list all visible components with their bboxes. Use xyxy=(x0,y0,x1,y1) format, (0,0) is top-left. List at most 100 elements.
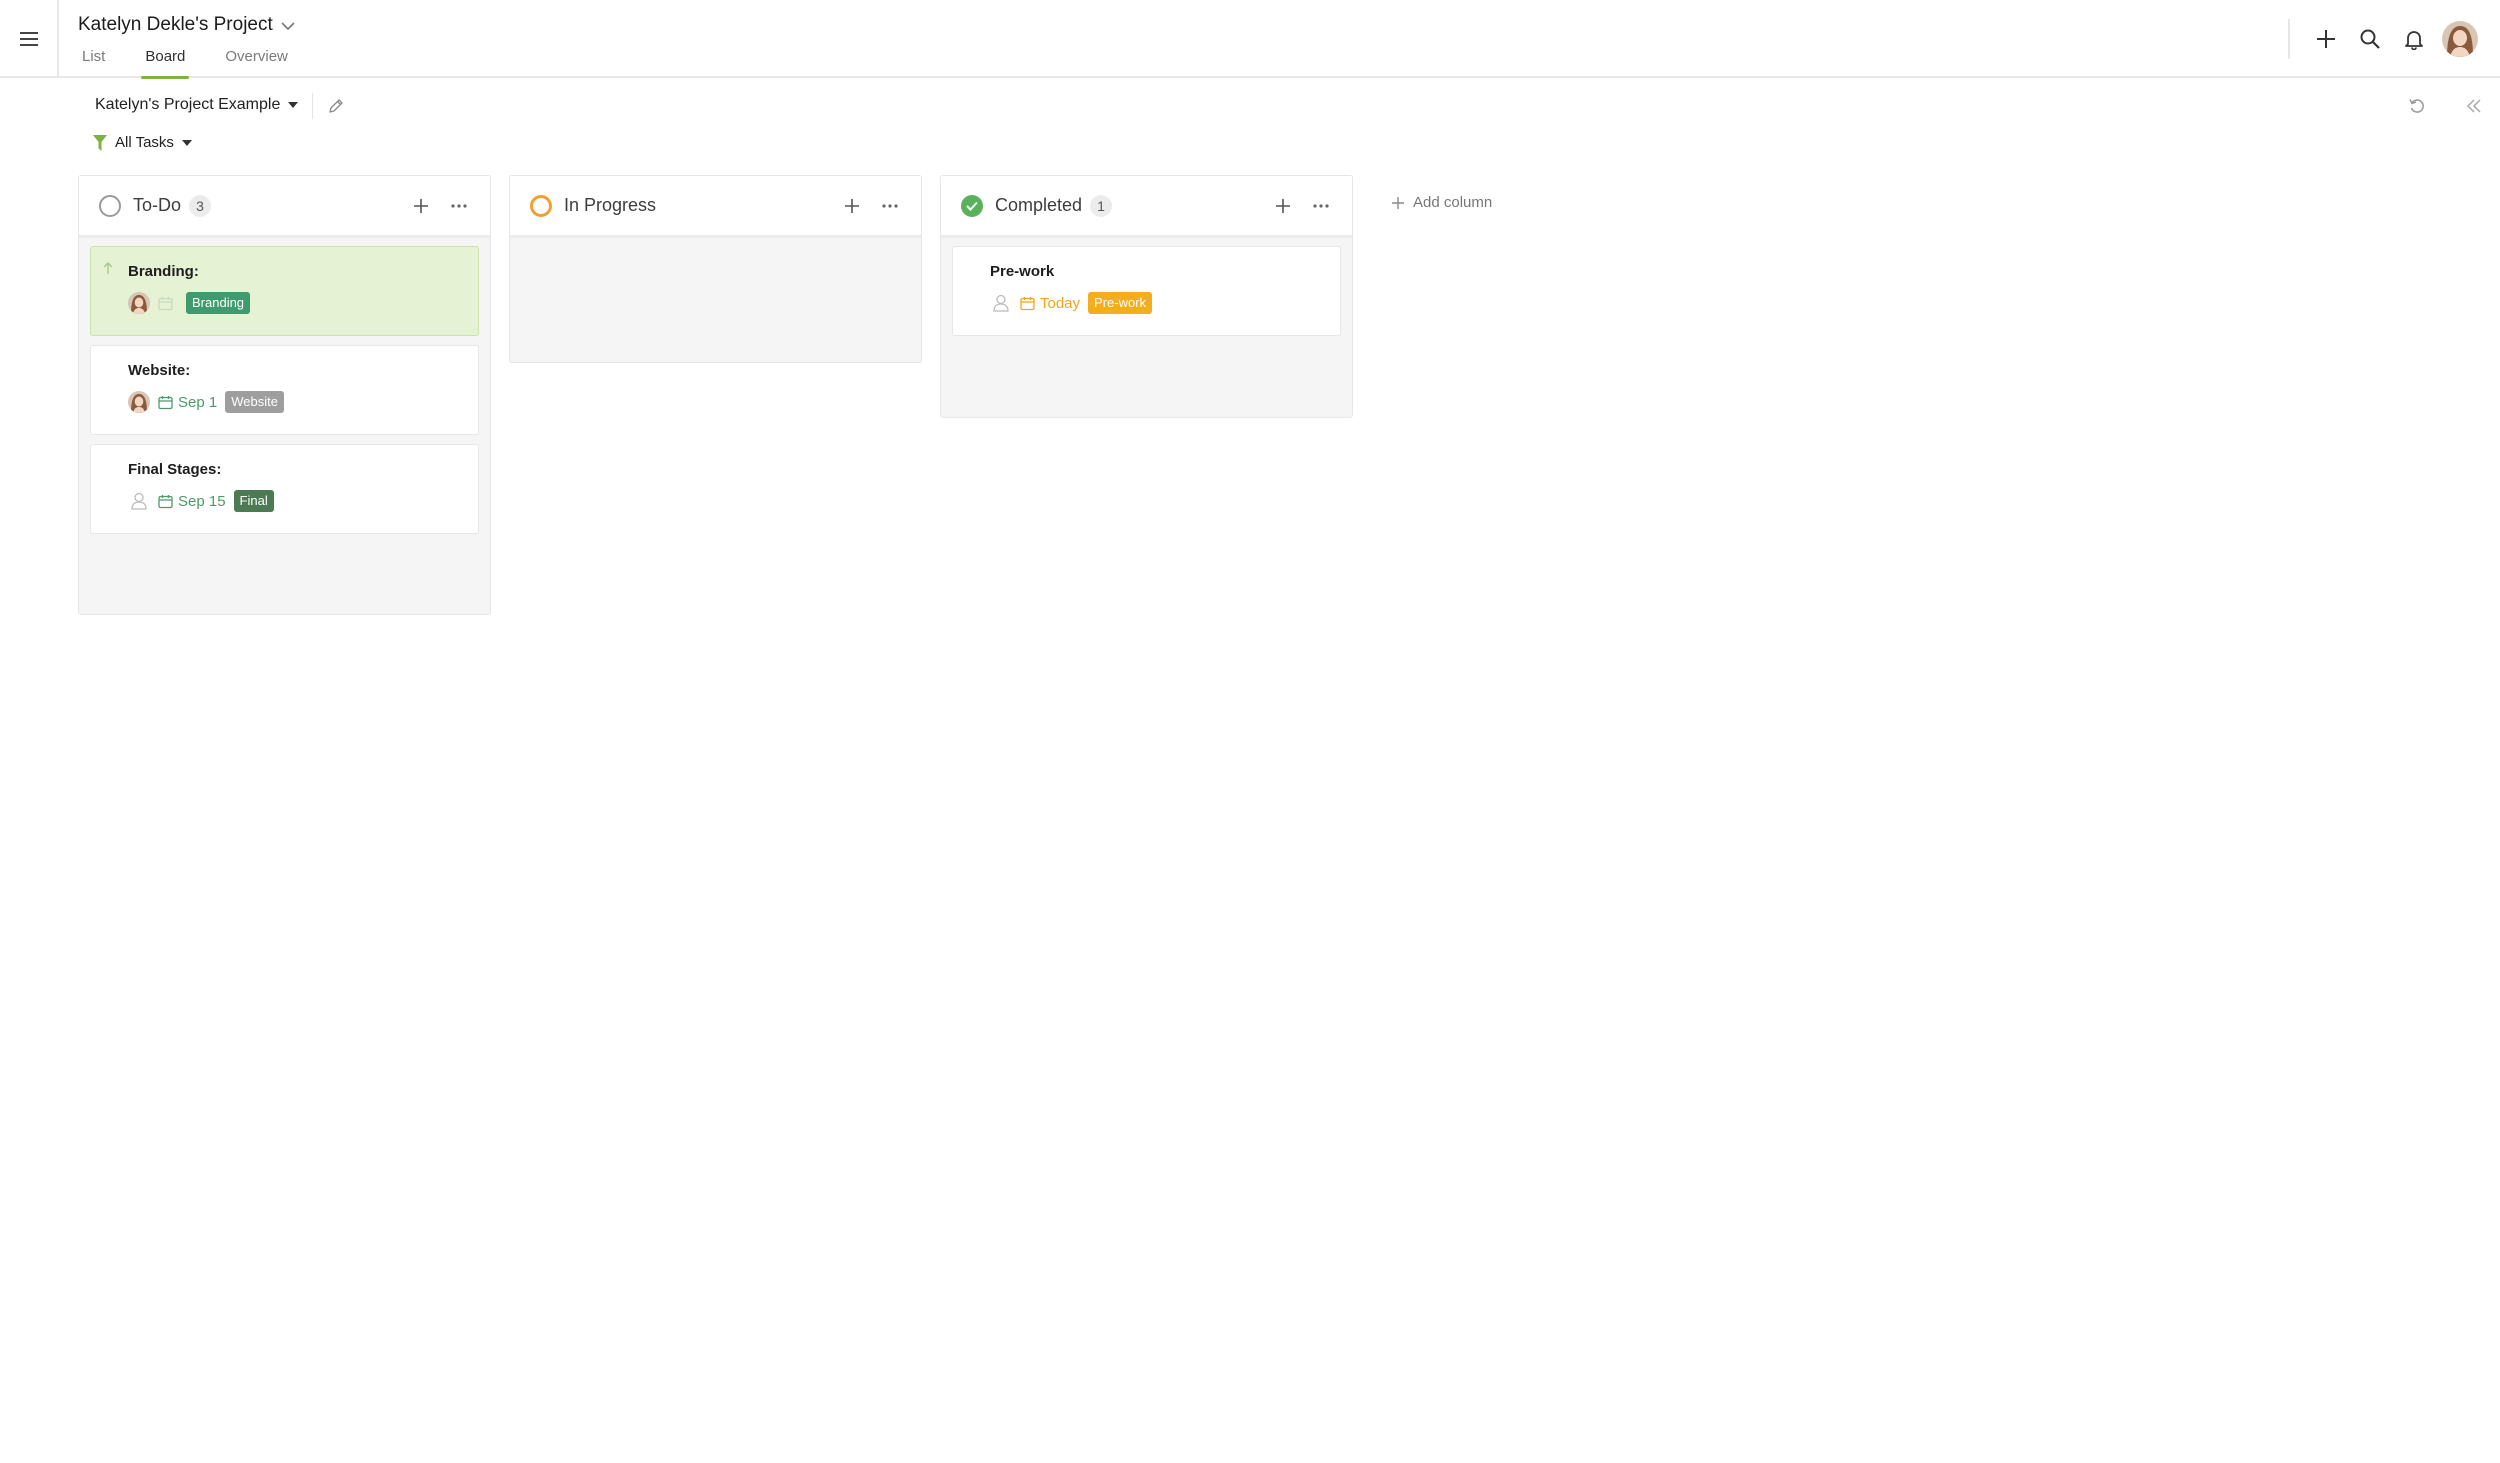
assignee-avatar[interactable] xyxy=(128,391,150,413)
task-tag[interactable]: Website xyxy=(225,391,284,413)
tab-overview[interactable]: Overview xyxy=(221,48,292,78)
header-divider xyxy=(2288,19,2290,59)
add-column-button[interactable]: Add column xyxy=(1391,194,1492,211)
tab-list[interactable]: List xyxy=(78,48,109,78)
user-avatar[interactable] xyxy=(2442,21,2478,57)
column-title[interactable]: To-Do xyxy=(133,195,181,216)
column-header: To-Do 3 xyxy=(79,176,490,238)
ellipsis-icon xyxy=(882,203,898,208)
arrow-up-icon xyxy=(103,262,113,274)
top-header: Katelyn Dekle's Project List Board Overv… xyxy=(0,0,2500,79)
due-date[interactable]: Sep 1 xyxy=(158,394,217,411)
undo-icon xyxy=(2409,99,2424,113)
due-date[interactable]: Sep 15 xyxy=(158,493,226,510)
plus-icon xyxy=(414,198,428,213)
column-menu-button[interactable] xyxy=(1304,189,1338,223)
caret-down-icon xyxy=(288,102,299,108)
collapse-panel-button[interactable] xyxy=(2460,92,2488,120)
plus-icon xyxy=(845,198,859,213)
pencil-icon xyxy=(329,99,343,113)
header-actions xyxy=(2288,0,2500,78)
project-title-dropdown[interactable]: Katelyn Dekle's Project xyxy=(78,14,295,36)
ellipsis-icon xyxy=(1313,203,1329,208)
due-date-text: Today xyxy=(1040,294,1081,312)
check-icon xyxy=(966,201,978,211)
card-title: Website: xyxy=(128,362,191,379)
due-date[interactable] xyxy=(158,296,178,311)
ellipsis-icon xyxy=(451,203,467,208)
bell-icon xyxy=(2405,31,2423,50)
add-column-label: Add column xyxy=(1413,194,1493,211)
card-title: Pre-work xyxy=(990,263,1055,280)
add-card-button[interactable] xyxy=(404,189,438,223)
todo-status-icon[interactable] xyxy=(99,194,121,217)
card-meta: Branding xyxy=(128,292,478,314)
column-completed: Completed 1 Pre-work Today Pre-work xyxy=(940,175,1353,418)
calendar-icon xyxy=(158,296,173,310)
project-title: Katelyn Dekle's Project xyxy=(78,14,273,35)
chevron-down-icon xyxy=(281,22,295,31)
column-body: Pre-work Today Pre-work xyxy=(941,238,1352,336)
card-meta: Sep 1 Website xyxy=(128,391,478,413)
column-count: 1 xyxy=(1090,194,1113,217)
add-button[interactable] xyxy=(2304,17,2348,61)
column-todo: To-Do 3 Branding: Branding Website: Sep … xyxy=(78,175,491,615)
view-tabs: List Board Overview xyxy=(78,48,324,79)
column-in-progress: In Progress xyxy=(509,175,922,363)
assignee-avatar[interactable] xyxy=(128,292,150,314)
notifications-button[interactable] xyxy=(2392,17,2436,61)
task-tag[interactable]: Pre-work xyxy=(1088,292,1153,314)
column-header: In Progress xyxy=(510,176,921,238)
calendar-icon xyxy=(158,494,173,508)
column-header: Completed 1 xyxy=(941,176,1352,238)
plus-icon xyxy=(2317,30,2335,48)
column-menu-button[interactable] xyxy=(442,189,476,223)
edit-board-button[interactable] xyxy=(322,92,350,120)
unassigned-button[interactable] xyxy=(128,490,150,512)
caret-down-icon xyxy=(181,139,192,146)
completed-status-icon[interactable] xyxy=(961,194,983,217)
calendar-icon xyxy=(1020,296,1035,310)
task-tag[interactable]: Final xyxy=(233,490,274,512)
in-progress-status-icon[interactable] xyxy=(530,194,552,217)
due-date-text: Sep 15 xyxy=(178,492,226,510)
unassigned-button[interactable] xyxy=(990,292,1012,314)
user-avatar-image xyxy=(2442,21,2478,57)
column-title[interactable]: Completed xyxy=(995,195,1082,216)
search-icon xyxy=(2360,29,2380,49)
hamburger-icon xyxy=(19,32,38,46)
card-title: Final Stages: xyxy=(128,461,222,478)
menu-button[interactable] xyxy=(0,0,59,78)
task-filter-dropdown[interactable]: All Tasks xyxy=(93,134,192,151)
due-date-text: Sep 1 xyxy=(178,393,218,411)
filter-icon xyxy=(93,134,107,151)
undo-button[interactable] xyxy=(2403,92,2431,120)
task-card-final-stages[interactable]: Final Stages: Sep 15 Final xyxy=(90,444,479,534)
card-meta: Sep 15 Final xyxy=(128,490,478,512)
person-icon xyxy=(993,294,1009,312)
person-icon xyxy=(131,492,147,510)
due-date[interactable]: Today xyxy=(1020,295,1080,312)
card-title: Branding: xyxy=(128,263,199,280)
board-toolbar: Katelyn's Project Example All Tasks xyxy=(0,80,2500,170)
task-card-pre-work[interactable]: Pre-work Today Pre-work xyxy=(952,246,1341,336)
column-title[interactable]: In Progress xyxy=(564,195,656,216)
board-name: Katelyn's Project Example xyxy=(95,96,281,113)
task-tag[interactable]: Branding xyxy=(186,292,251,314)
add-card-button[interactable] xyxy=(835,189,869,223)
collapse-icon xyxy=(2466,99,2481,113)
column-count: 3 xyxy=(189,194,212,217)
kanban-board: To-Do 3 Branding: Branding Website: Sep … xyxy=(78,175,1492,615)
board-selector[interactable]: Katelyn's Project Example xyxy=(95,96,299,114)
card-meta: Today Pre-work xyxy=(990,292,1340,314)
search-button[interactable] xyxy=(2348,17,2392,61)
add-card-button[interactable] xyxy=(1266,189,1300,223)
plus-icon xyxy=(1276,198,1290,213)
column-body xyxy=(510,238,921,246)
task-card-website[interactable]: Website: Sep 1 Website xyxy=(90,345,479,435)
task-card-branding[interactable]: Branding: Branding xyxy=(90,246,479,336)
calendar-icon xyxy=(158,395,173,409)
column-menu-button[interactable] xyxy=(873,189,907,223)
tab-board[interactable]: Board xyxy=(141,48,190,79)
plus-icon xyxy=(1392,196,1404,209)
